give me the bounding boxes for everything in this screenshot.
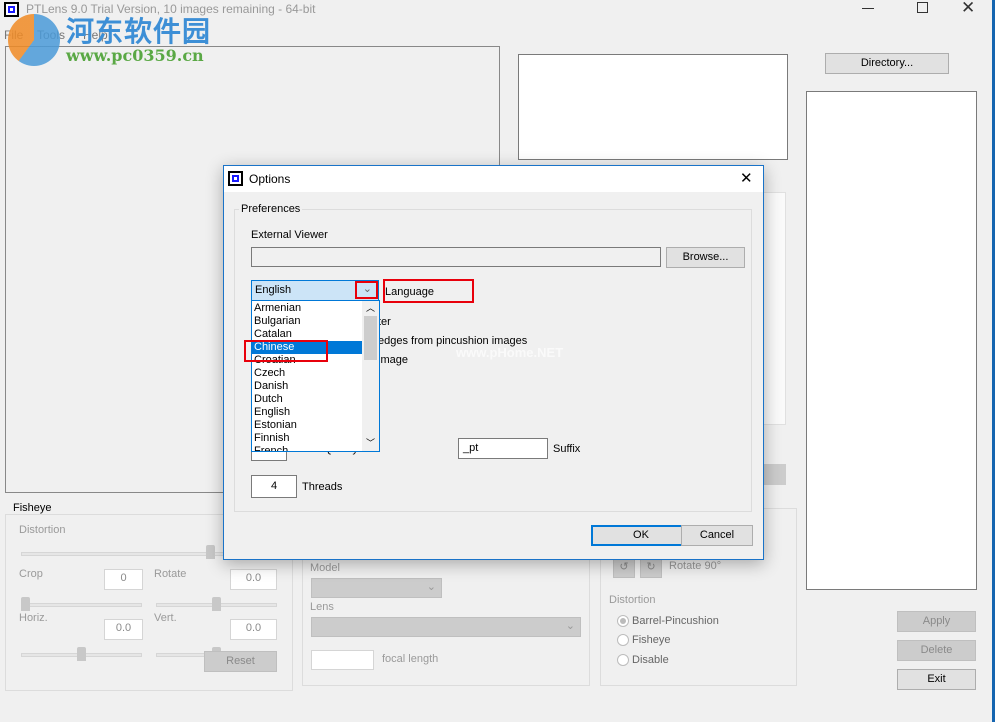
language-option[interactable]: English (252, 406, 363, 419)
cancel-button[interactable]: Cancel (681, 525, 753, 546)
highlight-language-label (383, 279, 474, 303)
preferences-label: Preferences (239, 203, 303, 215)
delete-button[interactable]: Delete (897, 640, 976, 661)
dialog-titlebar (224, 166, 763, 192)
threads-label: Threads (302, 481, 343, 493)
disable-label: Disable (632, 654, 669, 666)
model-label: Model (310, 562, 340, 574)
language-option[interactable]: Finnish (252, 432, 363, 445)
browse-button[interactable]: Browse... (666, 247, 745, 268)
vert-label: Vert. (154, 612, 177, 624)
language-option[interactable]: French (252, 445, 363, 451)
directory-button[interactable]: Directory... (825, 53, 949, 74)
watermark-logo (8, 14, 60, 66)
exit-button[interactable]: Exit (897, 669, 976, 690)
dialog-title: Options (249, 172, 291, 186)
focal-length-input[interactable] (311, 650, 374, 670)
chevron-down-icon: ⌄ (565, 620, 575, 632)
apply-button[interactable]: Apply (897, 611, 976, 632)
ok-button[interactable]: OK (591, 525, 691, 546)
language-select-value: English (255, 284, 292, 296)
rotate-label: Rotate (154, 568, 187, 580)
close-icon[interactable]: ✕ (961, 0, 975, 18)
horiz-slider-thumb[interactable] (77, 647, 86, 661)
language-option[interactable]: Dutch (252, 393, 363, 406)
radio-fisheye[interactable] (617, 634, 629, 646)
suffix-label: Suffix (553, 443, 581, 455)
lens-label: Lens (310, 601, 334, 613)
lens-select[interactable]: ⌄ (311, 617, 581, 637)
correction-distortion-label: Distortion (609, 594, 656, 606)
threads-input[interactable]: 4 (251, 475, 297, 498)
crop-slider-thumb[interactable] (21, 597, 30, 611)
language-option[interactable]: Danish (252, 380, 363, 393)
app-icon (4, 2, 19, 17)
rotate-slider-thumb[interactable] (212, 597, 221, 611)
scroll-thumb[interactable] (364, 316, 377, 360)
crop-label: Crop (19, 568, 43, 580)
horiz-input[interactable]: 0.0 (104, 619, 143, 640)
highlight-chinese-option (244, 340, 328, 362)
language-dropdown-list[interactable]: Armenian Bulgarian Catalan Chinese Croatian C… (251, 300, 380, 452)
reset-button[interactable]: Reset (204, 651, 277, 672)
scroll-up-icon[interactable]: ︿ (362, 301, 379, 316)
crop-slider[interactable] (21, 603, 142, 607)
watermark-text: 河东软件园 (66, 16, 212, 47)
scroll-down-icon[interactable]: ﹀ (362, 436, 379, 451)
external-viewer-input[interactable] (251, 247, 661, 267)
chevron-down-icon: ⌄ (426, 581, 436, 593)
language-option[interactable]: Bulgarian (252, 315, 363, 328)
fisheye-title: Fisheye (11, 502, 54, 514)
options-dialog: Options ✕ Preferences External Viewer Br… (223, 165, 764, 560)
horiz-label: Horiz. (19, 612, 48, 624)
highlight-dropdown-arrow (355, 281, 378, 299)
barrel-pincushion-label: Barrel-Pincushion (632, 615, 719, 627)
suffix-input[interactable]: _pt (458, 438, 548, 459)
watermark-overlay: www.pHome.NET (456, 345, 564, 360)
checkbox-fragment-3: image (378, 354, 408, 366)
radio-disable[interactable] (617, 654, 629, 666)
dialog-close-icon[interactable]: ✕ (740, 169, 753, 187)
rotate-90-label: Rotate 90° (669, 560, 722, 572)
vert-input[interactable]: 0.0 (230, 619, 277, 640)
language-option[interactable]: Armenian (252, 302, 363, 315)
distortion-slider-thumb[interactable] (206, 545, 215, 559)
rotate-input[interactable]: 0.0 (230, 569, 277, 590)
radio-barrel-pincushion[interactable] (617, 615, 629, 627)
distortion-label: Distortion (19, 524, 66, 536)
external-viewer-label: External Viewer (251, 229, 328, 241)
preview-box (518, 54, 788, 160)
focal-length-label: focal length (382, 653, 439, 665)
maximize-icon[interactable] (917, 2, 928, 13)
language-option[interactable]: Estonian (252, 419, 363, 432)
scrollbar[interactable]: ︿ ﹀ (362, 301, 379, 451)
fisheye-radio-label: Fisheye (632, 634, 671, 646)
language-option[interactable]: Czech (252, 367, 363, 380)
model-select[interactable]: ⌄ (311, 578, 442, 598)
minimize-icon[interactable] (862, 8, 874, 9)
file-list[interactable] (806, 91, 977, 590)
dialog-app-icon (228, 171, 243, 186)
watermark-url: www.pc0359.cn (66, 46, 204, 65)
crop-input[interactable]: 0 (104, 569, 143, 590)
